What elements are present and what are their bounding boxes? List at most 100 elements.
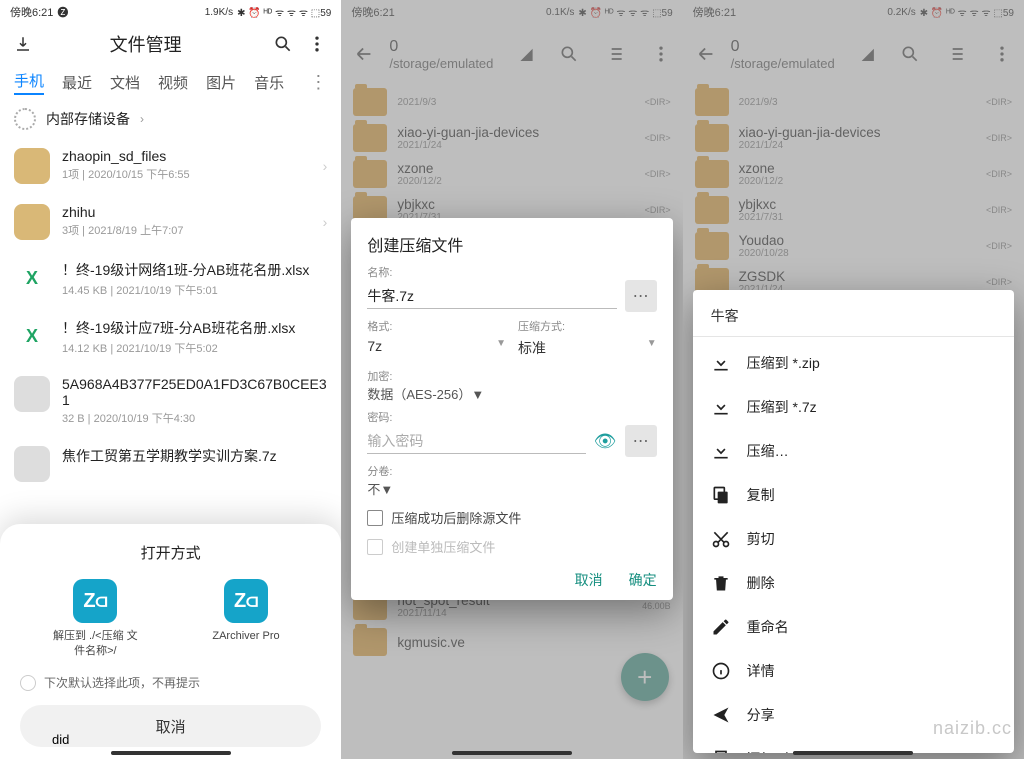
name-label: 名称:: [367, 264, 656, 280]
download-icon: [711, 353, 731, 373]
level-value: 标准: [518, 338, 546, 358]
checkbox-label: 创建单独压缩文件: [391, 537, 495, 556]
file-name: 焦作工贸第五学期教学实训方案.7z: [62, 446, 327, 466]
file-icon: [14, 376, 50, 412]
menu-item-copy[interactable]: 复制: [693, 473, 1014, 517]
tabs-more-icon[interactable]: ⋮: [309, 72, 327, 93]
menu-item-7z[interactable]: 压缩到 *.7z: [693, 385, 1014, 429]
file-row[interactable]: 焦作工贸第五学期教学实训方案.7z: [0, 436, 341, 492]
page-title: 文件管理: [32, 31, 259, 57]
storage-label: 内部存储设备: [46, 109, 130, 129]
menu-label: 分享: [747, 705, 775, 725]
home-indicator: [452, 751, 572, 755]
pencil-icon: [711, 617, 731, 637]
download-icon[interactable]: [14, 35, 32, 53]
status-icons: ✱ ⏰ ᴴᴰ ᯤ ᯤ ᯤ ⬚59: [237, 5, 331, 19]
file-name: ！终-19级计应7班-分AB班花名册.xlsx: [62, 318, 327, 338]
file-meta: 1项 | 2020/10/15 下午6:55: [62, 166, 311, 182]
sheet-title: 打开方式: [20, 542, 321, 563]
tab-bar: 手机 最近 文档 视频 图片 音乐 ⋮: [0, 64, 341, 100]
tab-phone[interactable]: 手机: [14, 70, 44, 95]
file-name: zhihu: [62, 204, 311, 220]
format-select[interactable]: 7z▼: [367, 334, 506, 358]
checkbox-icon: [367, 539, 383, 555]
format-label: 格式:: [367, 318, 506, 334]
dialog-cancel-button[interactable]: 取消: [575, 570, 603, 590]
encryption-label: 加密:: [367, 368, 656, 384]
tab-video[interactable]: 视频: [158, 72, 188, 93]
chevron-down-icon: ▼: [471, 387, 484, 402]
file-meta: 3项 | 2021/8/19 上午7:07: [62, 222, 311, 238]
encryption-select[interactable]: 数据（AES-256）▼: [367, 384, 656, 403]
menu-item-cut[interactable]: 剪切: [693, 517, 1014, 561]
split-label: 分卷:: [367, 463, 656, 479]
tab-music[interactable]: 音乐: [254, 72, 284, 93]
chevron-down-icon: ▼: [380, 482, 393, 497]
context-menu-title: 牛客: [693, 300, 1014, 336]
create-archive-dialog: 创建压缩文件 名称: ⋯ 格式: 7z▼ 压缩方式: 标准▼ 加密: 数据（AE…: [351, 218, 672, 600]
divider: [693, 336, 1014, 337]
cancel-label: 取消: [156, 716, 186, 737]
checkbox-icon: [367, 510, 383, 526]
menu-item-zip[interactable]: 压缩到 *.zip: [693, 341, 1014, 385]
screen-file-manager: 傍晚6:21🅩 1.9K/s✱ ⏰ ᴴᴰ ᯤ ᯤ ᯤ ⬚59 文件管理 手机 最…: [0, 0, 341, 759]
download-icon: [711, 397, 731, 417]
search-icon[interactable]: [273, 34, 293, 54]
file-icon: [14, 725, 42, 753]
info-icon: [711, 661, 731, 681]
app-option-zarchiver[interactable]: Z⫏ ZArchiver Pro: [201, 579, 291, 658]
level-select[interactable]: 标准 ▼: [518, 334, 657, 362]
file-list: zhaopin_sd_files1项 | 2020/10/15 下午6:55 ›…: [0, 138, 341, 492]
file-row[interactable]: zhihu3项 | 2021/8/19 上午7:07 ›: [0, 194, 341, 250]
chevron-right-icon: ›: [323, 158, 328, 174]
file-name: 5A968A4B377F25ED0A1FD3C67B0CEE31: [62, 376, 327, 408]
radio-icon: [20, 675, 36, 691]
dialog-ok-button[interactable]: 确定: [629, 570, 657, 590]
menu-item-rename[interactable]: 重命名: [693, 605, 1014, 649]
separate-archives-checkbox: 创建单独压缩文件: [367, 537, 656, 556]
status-net: 1.9K/s: [205, 7, 233, 18]
tab-docs[interactable]: 文档: [110, 72, 140, 93]
storage-icon: [14, 108, 36, 130]
app-option-extract[interactable]: Z⫏ 解压到 ./<压缩 文件名称>/: [50, 579, 140, 658]
zarchiver-icon: Z⫏: [73, 579, 117, 623]
tab-recent[interactable]: 最近: [62, 72, 92, 93]
archive-name-input[interactable]: [367, 284, 616, 309]
encryption-value: 数据（AES-256）: [367, 387, 471, 402]
remember-choice-row[interactable]: 下次默认选择此项，不再提示: [20, 674, 321, 691]
eye-icon[interactable]: 👁: [594, 431, 617, 452]
password-label: 密码:: [367, 409, 656, 425]
more-options-button[interactable]: ⋯: [625, 280, 657, 312]
file-row[interactable]: X ！终-19级计应7班-分AB班花名册.xlsx14.12 KB | 2021…: [0, 308, 341, 366]
internal-storage-row[interactable]: 内部存储设备 ›: [0, 100, 341, 138]
more-icon[interactable]: [307, 34, 327, 54]
split-select[interactable]: 不▼: [367, 479, 656, 498]
home-indicator: [793, 751, 913, 755]
tab-image[interactable]: 图片: [206, 72, 236, 93]
chevron-right-icon: ›: [140, 112, 144, 126]
menu-label: 删除: [747, 573, 775, 593]
file-row[interactable]: 5A968A4B377F25ED0A1FD3C67B0CEE3132 B | 2…: [0, 366, 341, 436]
menu-item-details[interactable]: 详情: [693, 649, 1014, 693]
screen-zarchiver-context-menu: 傍晚6:21 0.2K/s✱ ⏰ ᴴᴰ ᯤ ᯤ ᯤ ⬚59 0 /storage…: [683, 0, 1024, 759]
open-with-sheet: 打开方式 Z⫏ 解压到 ./<压缩 文件名称>/ Z⫏ ZArchiver Pr…: [0, 524, 341, 759]
chevron-down-icon: ▼: [647, 338, 657, 358]
folder-icon: [14, 204, 50, 240]
password-options-button[interactable]: ⋯: [625, 425, 657, 457]
file-row[interactable]: zhaopin_sd_files1项 | 2020/10/15 下午6:55 ›: [0, 138, 341, 194]
menu-item-delete[interactable]: 删除: [693, 561, 1014, 605]
status-bar: 傍晚6:21🅩 1.9K/s✱ ⏰ ᴴᴰ ᯤ ᯤ ᯤ ⬚59: [0, 0, 341, 24]
menu-label: 复制: [747, 485, 775, 505]
menu-label: 剪切: [747, 529, 775, 549]
menu-item-share[interactable]: 分享: [693, 693, 1014, 737]
menu-item-compress[interactable]: 压缩…: [693, 429, 1014, 473]
file-row[interactable]: X ！终-19级计网络1班-分AB班花名册.xlsx14.45 KB | 202…: [0, 250, 341, 308]
status-time: 傍晚6:21: [10, 4, 53, 20]
copy-icon: [711, 485, 731, 505]
password-input[interactable]: [367, 429, 585, 454]
checkbox-label: 压缩成功后删除源文件: [391, 508, 521, 527]
delete-source-checkbox[interactable]: 压缩成功后删除源文件: [367, 508, 656, 527]
file-name: did: [52, 732, 69, 747]
app-label: ZArchiver Pro: [212, 629, 279, 643]
download-icon: [711, 441, 731, 461]
